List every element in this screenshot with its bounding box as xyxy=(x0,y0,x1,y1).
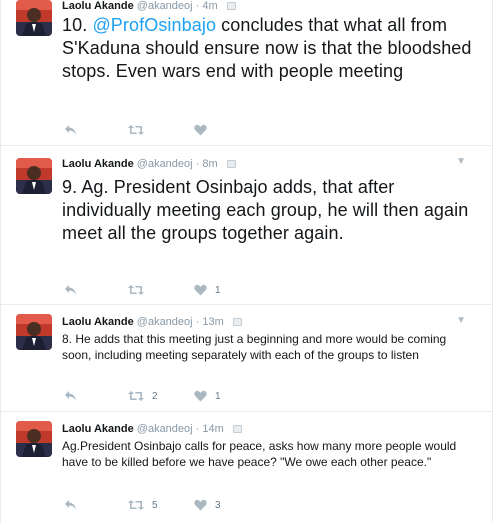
author-name[interactable]: Laolu Akande xyxy=(62,0,134,12)
tweet-text-prefix: 10. xyxy=(62,15,93,35)
author-handle[interactable]: @akandeoj xyxy=(137,0,193,12)
retweet-button[interactable]: 2 xyxy=(128,388,158,404)
retweet-count: 2 xyxy=(152,390,158,402)
reply-button[interactable] xyxy=(64,282,77,298)
tweet-text: 8. He adds that this meeting just a begi… xyxy=(62,332,447,362)
retweet-icon xyxy=(128,390,144,402)
retweet-count: 5 xyxy=(152,499,158,511)
reply-icon xyxy=(64,284,77,296)
heart-icon xyxy=(194,124,207,136)
retweet-icon xyxy=(128,499,144,511)
like-count: 1 xyxy=(215,284,221,296)
author-handle[interactable]: @akandeoj xyxy=(137,423,193,435)
reply-icon xyxy=(64,390,77,402)
verified-icon xyxy=(232,425,242,433)
tweet-header: Laolu Akande @akandeoj · 4m xyxy=(62,0,236,12)
author-name[interactable]: Laolu Akande xyxy=(62,316,134,328)
verified-icon xyxy=(226,160,236,168)
retweet-icon xyxy=(128,284,144,296)
reply-icon xyxy=(64,124,77,136)
tweet-header: Laolu Akande @akandeoj · 13m xyxy=(62,316,242,328)
tweet-actions: 5 3 xyxy=(62,497,362,513)
tweet[interactable]: Laolu Akande @akandeoj · 8m ▼ 9. Ag. Pre… xyxy=(1,146,493,305)
like-count: 1 xyxy=(215,390,221,402)
heart-icon xyxy=(194,390,207,402)
avatar[interactable] xyxy=(16,0,52,36)
retweet-button[interactable] xyxy=(128,122,152,138)
chevron-down-icon[interactable]: ▼ xyxy=(456,315,466,326)
retweet-icon xyxy=(128,124,144,136)
author-name[interactable]: Laolu Akande xyxy=(62,158,134,170)
avatar[interactable] xyxy=(16,314,52,350)
reply-button[interactable] xyxy=(64,497,77,513)
tweet-actions: 2 1 xyxy=(62,388,362,404)
retweet-button[interactable]: 5 xyxy=(128,497,158,513)
chevron-down-icon[interactable]: ▼ xyxy=(456,156,466,167)
tweet-header: Laolu Akande @akandeoj · 8m xyxy=(62,158,236,170)
like-count: 3 xyxy=(215,499,221,511)
author-handle[interactable]: @akandeoj xyxy=(137,316,193,328)
retweet-button[interactable] xyxy=(128,282,152,298)
reply-icon xyxy=(64,499,77,511)
author-handle[interactable]: @akandeoj xyxy=(137,158,193,170)
like-button[interactable]: 1 xyxy=(194,282,221,298)
tweet[interactable]: Laolu Akande @akandeoj · 13m ▼ 8. He add… xyxy=(1,305,493,412)
verified-icon xyxy=(232,318,242,326)
tweet-time[interactable]: · 13m xyxy=(196,316,224,328)
author-name[interactable]: Laolu Akande xyxy=(62,423,134,435)
tweet-text: 10. @ProfOsinbajo concludes that what al… xyxy=(62,14,472,83)
tweet-text: 9. Ag. President Osinbajo adds, that aft… xyxy=(62,177,469,243)
reply-button[interactable] xyxy=(64,388,77,404)
tweet[interactable]: Laolu Akande @akandeoj · 14m Ag.Presiden… xyxy=(1,412,493,523)
heart-icon xyxy=(194,499,207,511)
tweet-time[interactable]: · 8m xyxy=(196,158,218,170)
avatar[interactable] xyxy=(16,421,52,457)
avatar[interactable] xyxy=(16,158,52,194)
like-button[interactable]: 3 xyxy=(194,497,221,513)
tweet[interactable]: Laolu Akande @akandeoj · 4m 10. @ProfOsi… xyxy=(1,0,493,146)
timeline: Laolu Akande @akandeoj · 4m 10. @ProfOsi… xyxy=(0,0,493,523)
tweet-actions xyxy=(62,122,362,138)
mention-link[interactable]: @ProfOsinbajo xyxy=(92,15,216,35)
verified-icon xyxy=(226,2,236,10)
reply-button[interactable] xyxy=(64,122,77,138)
tweet-header: Laolu Akande @akandeoj · 14m xyxy=(62,423,242,435)
tweet-time[interactable]: · 4m xyxy=(196,0,218,12)
like-button[interactable] xyxy=(194,122,215,138)
tweet-text: Ag.President Osinbajo calls for peace, a… xyxy=(62,439,457,469)
like-button[interactable]: 1 xyxy=(194,388,221,404)
heart-icon xyxy=(194,284,207,296)
tweet-time[interactable]: · 14m xyxy=(196,423,224,435)
tweet-actions: 1 xyxy=(62,282,362,298)
